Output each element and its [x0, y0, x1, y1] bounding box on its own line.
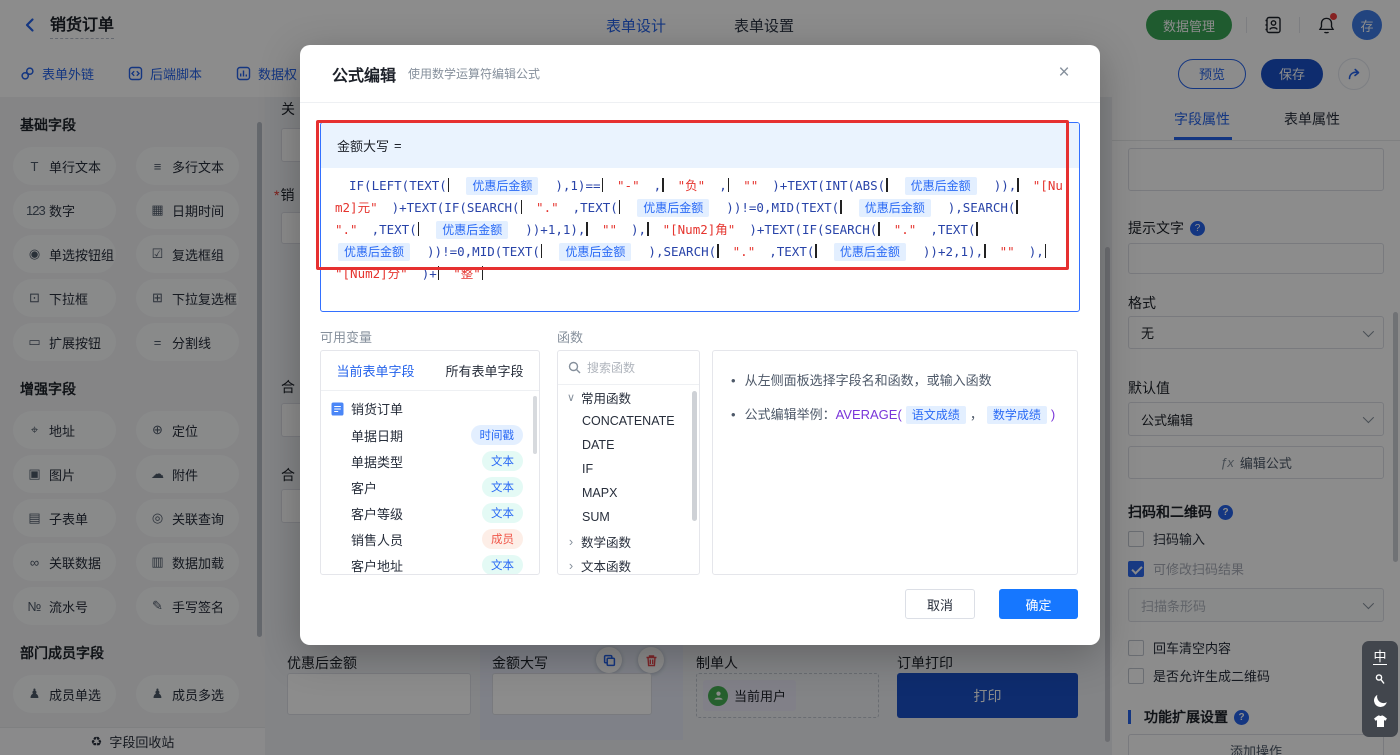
example-field-chip: 数学成绩: [986, 406, 1047, 424]
variable-type-badge: 时间戳: [470, 425, 523, 445]
tip-line-1: 从左侧面板选择字段名和函数，或输入函数: [729, 371, 1061, 390]
formula-segment: ,: [640, 171, 678, 200]
modal-header: 公式编辑 使用数学运算符编辑公式: [300, 45, 1100, 103]
variables-panel: 当前表单字段 所有表单字段 销货订单 单据日期 时间戳 单据类型 文本 客户 文…: [320, 350, 540, 575]
formula-segment: ),: [1015, 237, 1061, 266]
functions-scrollbar[interactable]: [692, 391, 697, 521]
tips-panel: 从左侧面板选择字段名和函数，或输入函数 公式编辑举例：AVERAGE(语文成绩，…: [712, 350, 1078, 575]
variable-item[interactable]: 单据日期 时间戳: [321, 422, 539, 448]
app-root: 销货订单 表单设计 表单设置 数据管理 存 表单外链 后端脚本 数据权 预览 保…: [0, 0, 1400, 755]
example-function: AVERAGE(: [835, 407, 902, 422]
variable-type-badge: 文本: [482, 555, 523, 574]
theme-shirt-icon[interactable]: [1373, 715, 1388, 728]
variable-type-badge: 文本: [482, 451, 523, 471]
formula-segment: ))+2,1),: [909, 237, 1000, 266]
variable-name: 客户: [351, 480, 378, 496]
formula-segment: ".": [893, 222, 917, 237]
function-item[interactable]: MAPX: [558, 481, 699, 505]
variable-type-badge: 文本: [482, 503, 523, 523]
floating-helper-widget: 中: [1362, 641, 1398, 737]
tip-line-2: 公式编辑举例：AVERAGE(语文成绩，数学成绩): [729, 405, 1061, 424]
chevron-expanded-icon: [566, 391, 576, 404]
formula-editor-modal: 公式编辑 使用数学运算符编辑公式 金额大写 = IF(LEFT(TEXT(优惠后…: [300, 45, 1100, 645]
close-icon[interactable]: [1052, 61, 1076, 85]
chevron-collapsed-icon: [566, 558, 576, 573]
variable-name: 销售人员: [351, 532, 404, 548]
variable-name: 单据日期: [351, 428, 404, 444]
confirm-button[interactable]: 确定: [999, 589, 1078, 619]
variables-scrollbar[interactable]: [533, 396, 537, 454]
variable-item[interactable]: 客户等级 文本: [321, 500, 539, 526]
formula-segment: ".": [335, 222, 358, 237]
formula-segment: ,TEXT(: [755, 237, 831, 266]
formula-segment: ".": [732, 244, 756, 259]
variable-item[interactable]: 客户 文本: [321, 474, 539, 500]
variable-name: 单据类型: [351, 454, 404, 470]
formula-segment: "[Num2]角": [662, 222, 736, 237]
function-item[interactable]: CONCATENATE: [558, 409, 699, 433]
formula-segment: ".": [536, 200, 559, 215]
variables-tabs: 当前表单字段 所有表单字段: [321, 351, 539, 391]
formula-code[interactable]: IF(LEFT(TEXT(优惠后金额),1)== "-", "负", "")+TEXT…: [321, 168, 1079, 292]
variables-label: 可用变量: [320, 330, 373, 345]
function-item[interactable]: IF: [558, 457, 699, 481]
example-field-chip: 语文成绩: [905, 406, 966, 424]
formula-segment: "整": [453, 266, 481, 281]
variable-item[interactable]: 单据类型 文本: [321, 448, 539, 474]
formula-segment: "": [999, 244, 1015, 259]
formula-segment: "-": [617, 178, 640, 193]
support-icon[interactable]: [1374, 673, 1386, 685]
variable-type-badge: 成员: [482, 529, 523, 549]
equals-sign: =: [394, 138, 402, 153]
modal-title: 公式编辑: [332, 67, 397, 85]
formula-editor[interactable]: 金额大写 = IF(LEFT(TEXT(优惠后金额),1)== "-", "负", "…: [320, 122, 1080, 312]
function-search: [558, 351, 699, 385]
tab-all-form-fields[interactable]: 所有表单字段: [430, 361, 539, 380]
cancel-button[interactable]: 取消: [905, 589, 975, 619]
formula-segment: "负": [677, 178, 706, 193]
formula-segment: ),SEARCH(: [634, 237, 732, 266]
function-item[interactable]: SUM: [558, 505, 699, 529]
document-icon: [331, 402, 344, 415]
chevron-collapsed-icon: [566, 534, 576, 549]
variables-root-item[interactable]: 销货订单: [321, 395, 539, 422]
function-search-input[interactable]: [587, 360, 677, 375]
modal-subtitle: 使用数学运算符编辑公式: [408, 67, 541, 81]
function-group-math[interactable]: 数学函数: [558, 529, 699, 553]
formula-segment: 优惠后金额: [338, 243, 411, 261]
language-icon[interactable]: 中: [1373, 649, 1387, 665]
formula-segment: "": [601, 222, 618, 237]
formula-segment: 优惠后金额: [833, 243, 906, 261]
root-form-name: 销货订单: [351, 402, 404, 417]
variable-item[interactable]: 客户地址 文本: [321, 552, 539, 574]
formula-segment: )+: [408, 259, 454, 288]
functions-label: 函数: [557, 330, 584, 345]
formula-segment: "": [743, 178, 759, 193]
variable-type-badge: 文本: [482, 477, 523, 497]
tab-current-form-fields[interactable]: 当前表单字段: [321, 361, 430, 380]
formula-segment: "[Num2]分": [335, 266, 408, 281]
function-group-common[interactable]: 常用函数: [558, 385, 699, 409]
formula-target-row: 金额大写 =: [321, 123, 1079, 168]
search-icon: [568, 361, 581, 374]
variable-item[interactable]: 销售人员 成员: [321, 526, 539, 552]
functions-panel: 常用函数 CONCATENATEDATEIFMAPXSUM 数学函数 文本函数: [557, 350, 700, 575]
formula-segment: 优惠后金额: [559, 243, 632, 261]
variable-name: 客户等级: [351, 506, 404, 522]
dark-mode-icon[interactable]: [1374, 694, 1387, 707]
target-field-name: 金额大写: [337, 139, 390, 154]
function-group-text[interactable]: 文本函数: [558, 553, 699, 574]
function-item[interactable]: DATE: [558, 433, 699, 457]
variable-name: 客户地址: [351, 558, 404, 574]
